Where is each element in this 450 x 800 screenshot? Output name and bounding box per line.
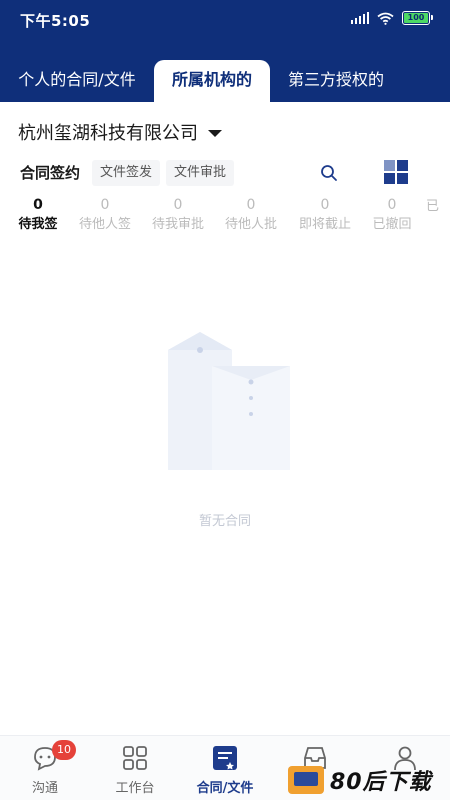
counter-to-me-approve[interactable]: 0 待我审批 [146,196,210,236]
sub-tabs: 合同签约 文件签发 文件审批 [0,158,450,188]
org-tabs: 个人的合同/文件 所属机构的 第三方授权的 [0,60,450,102]
tab-third-party[interactable]: 第三方授权的 [278,60,394,102]
tab-organization[interactable]: 所属机构的 [154,60,270,102]
nav-label: 沟通 [31,781,58,796]
header: 下午5:05 100 个人的合同/文件 所属机构的 第三方授权的 [0,0,450,102]
counter-value: 0 [100,197,110,213]
nav-workbench[interactable]: 工作台 [90,736,180,800]
counter-value: 0 [387,197,397,213]
counter-label: 待他人批 [224,217,277,232]
counter-label: 待我签 [18,217,58,232]
org-selector[interactable]: 杭州玺湖科技有限公司 [18,118,222,146]
status-icons: 100 [350,11,433,25]
counter-to-me-sign[interactable]: 0 待我签 [6,196,70,236]
counter-value: 0 [173,197,183,213]
counter-others-approve[interactable]: 0 待他人批 [219,196,283,236]
counter-label: 即将截止 [298,217,351,232]
nav-label: 合同/文件 [196,781,254,796]
grid-view-icon[interactable] [384,160,408,184]
search-icon[interactable] [320,164,338,182]
unread-badge: 10 [52,740,76,760]
counter-partial[interactable]: 已 [426,196,450,218]
counter-value: 0 [320,197,330,213]
contract-document-icon [213,746,237,770]
org-name: 杭州玺湖科技有限公司 [18,123,198,144]
nav-label: 工作台 [115,781,155,796]
counter-label: 已 [426,199,440,214]
status-bar: 下午5:05 100 [0,0,450,40]
signal-icon [350,12,369,24]
counter-due-soon[interactable]: 0 即将截止 [293,196,357,236]
caret-down-icon [208,129,222,137]
subtab-contract-signing[interactable]: 合同签约 [20,158,80,188]
nav-contracts[interactable]: 合同/文件 [180,736,270,800]
counter-label: 待我审批 [151,217,204,232]
watermark-text: 80后下载 [330,770,432,795]
empty-state-text: 暂无合同 [198,514,251,529]
battery-icon: 100 [402,11,433,25]
empty-folder-illustration [168,332,290,470]
wifi-icon [377,12,394,25]
tab-personal[interactable]: 个人的合同/文件 [8,60,146,102]
status-counters: 0 待我签 0 待他人签 0 待我审批 0 待他人批 0 即将截止 0 已撤回 … [0,196,450,238]
watermark-logo-icon [288,766,324,794]
counter-label: 已撤回 [372,217,412,232]
watermark: 80后下载 [288,760,450,800]
battery-level: 100 [404,13,428,23]
status-time: 下午5:05 [20,12,91,30]
counter-value: 0 [33,197,43,213]
counter-others-sign[interactable]: 0 待他人签 [73,196,137,236]
workbench-grid-icon [123,746,147,770]
subtab-document-approval[interactable]: 文件审批 [166,160,235,186]
subtab-document-issuing[interactable]: 文件签发 [92,160,161,186]
counter-label: 待他人签 [78,217,131,232]
counter-withdrawn[interactable]: 0 已撤回 [360,196,424,236]
counter-value: 0 [246,197,256,213]
nav-chat[interactable]: 10 沟通 [0,736,90,800]
